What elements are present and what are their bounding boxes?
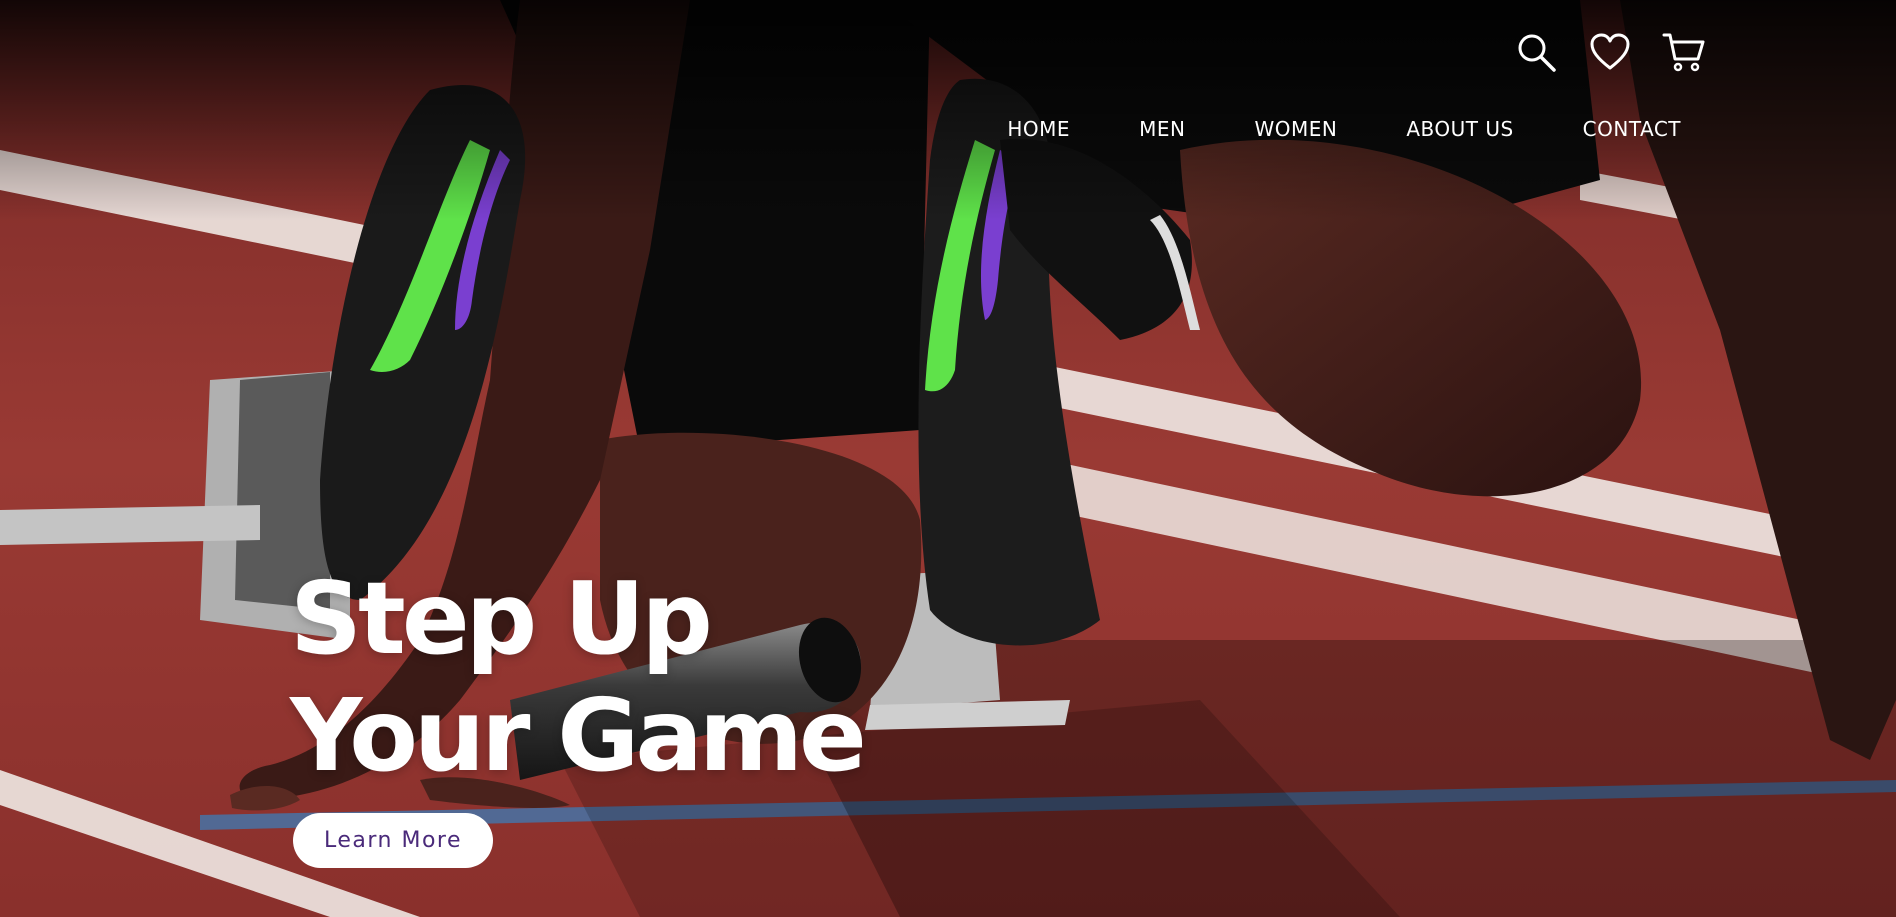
hero-title-line-2: Your Game <box>290 677 867 794</box>
nav-item-men[interactable]: MEN <box>1139 113 1185 145</box>
hero-title: Step Up Your Game <box>290 560 867 794</box>
cart-icon[interactable] <box>1662 30 1706 74</box>
hero-title-line-1: Step Up <box>290 560 713 677</box>
header-icon-bar <box>1514 30 1706 74</box>
hero-section: HOME MEN WOMEN ABOUT US CONTACT Step Up … <box>0 0 1896 917</box>
nav-item-about-us[interactable]: ABOUT US <box>1406 113 1513 145</box>
learn-more-button[interactable]: Learn More <box>293 813 493 868</box>
search-icon[interactable] <box>1514 30 1558 74</box>
nav-item-contact[interactable]: CONTACT <box>1583 113 1681 145</box>
nav-item-women[interactable]: WOMEN <box>1254 113 1337 145</box>
heart-icon[interactable] <box>1588 30 1632 74</box>
nav-item-home[interactable]: HOME <box>1007 113 1070 145</box>
main-navigation: HOME MEN WOMEN ABOUT US CONTACT <box>1007 113 1681 145</box>
